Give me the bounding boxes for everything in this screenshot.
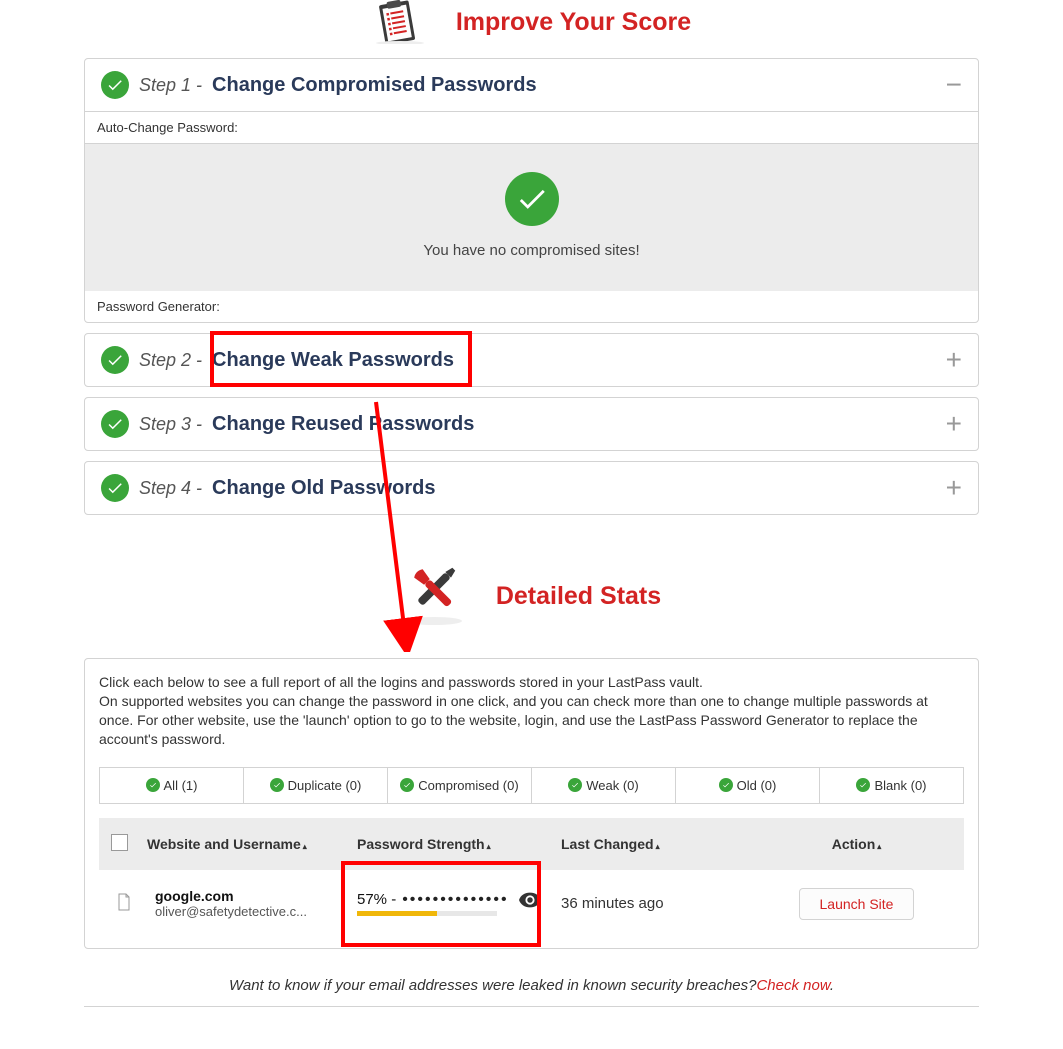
step-2-num: Step 2 - [139, 350, 202, 371]
tab-old[interactable]: Old (0) [676, 768, 820, 803]
table-row[interactable]: google.com oliver@safetydetective.c... 5… [99, 870, 964, 934]
collapse-icon[interactable]: − [946, 71, 962, 99]
table-header: Website and Username▴ Password Strength▴… [99, 818, 964, 870]
sort-icon: ▴ [656, 842, 660, 851]
checkmark-icon [101, 71, 129, 99]
breach-end: . [830, 977, 834, 994]
filter-tabs: All (1) Duplicate (0) Compromised (0) We… [99, 767, 964, 804]
step-2-header[interactable]: Step 2 - Change Weak Passwords + [85, 334, 978, 386]
clipboard-icon [372, 0, 428, 44]
tab-duplicate[interactable]: Duplicate (0) [244, 768, 388, 803]
checkmark-icon [101, 474, 129, 502]
tab-compromised[interactable]: Compromised (0) [388, 768, 532, 803]
step-3-title: Change Reused Passwords [212, 413, 474, 436]
step-4-title: Change Old Passwords [212, 477, 435, 500]
tab-blank-label: Blank (0) [874, 778, 926, 793]
sort-icon: ▴ [303, 842, 307, 851]
col-website[interactable]: Website and Username▴ [147, 836, 357, 852]
no-compromised-message: You have no compromised sites! [85, 242, 978, 259]
step-3-num: Step 3 - [139, 414, 202, 435]
col-strength[interactable]: Password Strength▴ [357, 836, 561, 852]
step-1: Step 1 - Change Compromised Passwords − … [84, 58, 979, 323]
password-dots: •••••••••••••• [402, 892, 508, 908]
step-4-header[interactable]: Step 4 - Change Old Passwords + [85, 462, 978, 514]
tab-all-label: All (1) [164, 778, 198, 793]
stats-intro: Click each below to see a full report of… [99, 673, 964, 749]
stats-title: Detailed Stats [496, 582, 661, 611]
tab-all[interactable]: All (1) [100, 768, 244, 803]
no-compromised-panel: You have no compromised sites! [85, 144, 978, 291]
detailed-stats: Detailed Stats Click each below to see a… [84, 559, 979, 949]
site-name: google.com [155, 888, 357, 904]
checkmark-icon [101, 410, 129, 438]
col-changed[interactable]: Last Changed▴ [561, 836, 761, 852]
check-now-link[interactable]: Check now [756, 977, 829, 994]
tools-icon [402, 559, 466, 634]
tab-weak[interactable]: Weak (0) [532, 768, 676, 803]
select-all-checkbox[interactable] [111, 834, 128, 851]
site-username: oliver@safetydetective.c... [155, 904, 357, 919]
strength-bar [357, 911, 497, 916]
step-1-header[interactable]: Step 1 - Change Compromised Passwords − [85, 59, 978, 111]
step-3-header[interactable]: Step 3 - Change Reused Passwords + [85, 398, 978, 450]
expand-icon[interactable]: + [946, 346, 962, 374]
expand-icon[interactable]: + [946, 474, 962, 502]
step-2: Step 2 - Change Weak Passwords + [84, 333, 979, 387]
step-4: Step 4 - Change Old Passwords + [84, 461, 979, 515]
tab-weak-label: Weak (0) [586, 778, 639, 793]
step-3: Step 3 - Change Reused Passwords + [84, 397, 979, 451]
stats-panel: Click each below to see a full report of… [84, 658, 979, 949]
password-generator-label: Password Generator: [85, 291, 978, 322]
step-1-num: Step 1 - [139, 75, 202, 96]
sort-icon: ▴ [487, 842, 491, 851]
step-1-title: Change Compromised Passwords [212, 74, 537, 97]
checkmark-icon [101, 346, 129, 374]
last-changed: 36 minutes ago [561, 895, 761, 912]
step-2-title: Change Weak Passwords [212, 349, 454, 372]
strength-cell: 57% - •••••••••••••• [357, 891, 561, 916]
auto-change-label: Auto-Change Password: [85, 112, 978, 144]
tab-old-label: Old (0) [737, 778, 777, 793]
tab-duplicate-label: Duplicate (0) [288, 778, 362, 793]
step-1-body: Auto-Change Password: You have no compro… [85, 111, 978, 322]
strength-pct: 57% - [357, 891, 396, 908]
tab-compromised-label: Compromised (0) [418, 778, 518, 793]
step-4-num: Step 4 - [139, 478, 202, 499]
tab-blank[interactable]: Blank (0) [820, 768, 963, 803]
site-icon [111, 893, 155, 914]
col-action[interactable]: Action▴ [761, 836, 952, 852]
improve-score-header: Improve Your Score [84, 0, 979, 44]
stats-header: Detailed Stats [84, 559, 979, 634]
show-password-icon[interactable] [519, 892, 541, 908]
site-cell: google.com oliver@safetydetective.c... [155, 888, 357, 919]
expand-icon[interactable]: + [946, 410, 962, 438]
breach-prompt: Want to know if your email addresses wer… [84, 977, 979, 1007]
sort-icon: ▴ [877, 842, 881, 851]
launch-site-button[interactable]: Launch Site [799, 888, 915, 920]
checkmark-icon [505, 172, 559, 226]
breach-question: Want to know if your email addresses wer… [229, 977, 756, 994]
improve-score-title: Improve Your Score [456, 8, 691, 37]
